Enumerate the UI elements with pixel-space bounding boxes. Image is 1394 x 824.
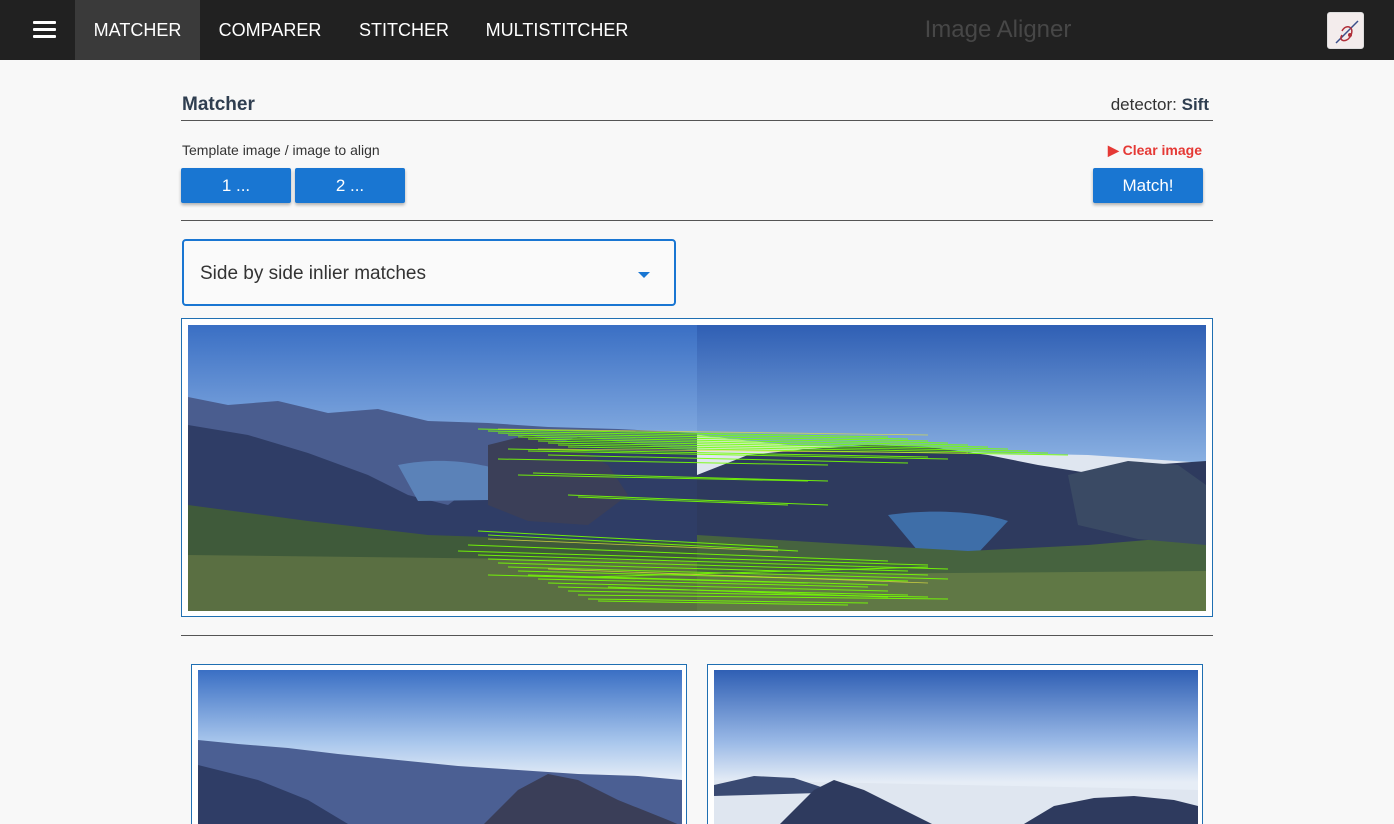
image1-button[interactable]: 1 ... xyxy=(181,168,291,203)
image1-frame xyxy=(191,664,687,824)
logo-icon[interactable] xyxy=(1327,12,1364,49)
clear-image-link[interactable]: ▶ Clear image xyxy=(1108,142,1202,159)
chevron-down-icon xyxy=(638,272,650,278)
view-mode-select[interactable]: Side by side inlier matches xyxy=(182,239,676,306)
app-title: Image Aligner xyxy=(924,16,1072,43)
tab-multistitcher[interactable]: MULTISTITCHER xyxy=(473,0,641,60)
top-bar: MATCHER COMPARER STITCHER MULTISTITCHER … xyxy=(0,0,1394,60)
image2-preview xyxy=(714,670,1198,824)
divider xyxy=(181,120,1213,121)
detector-info: detector: Sift xyxy=(1111,95,1209,115)
menu-icon[interactable] xyxy=(22,17,68,43)
view-mode-value: Side by side inlier matches xyxy=(200,263,426,284)
image2-frame xyxy=(707,664,1203,824)
tab-stitcher[interactable]: STITCHER xyxy=(345,0,463,60)
divider xyxy=(181,220,1213,221)
tab-matcher[interactable]: MATCHER xyxy=(75,0,200,60)
tab-comparer[interactable]: COMPARER xyxy=(205,0,335,60)
detector-label: detector: xyxy=(1110,95,1177,114)
image1-preview xyxy=(198,670,682,824)
divider xyxy=(181,635,1213,636)
match-button[interactable]: Match! xyxy=(1093,168,1203,203)
hint-text: Template image / image to align xyxy=(182,142,380,158)
detector-value: Sift xyxy=(1181,95,1209,114)
page-title: Matcher xyxy=(182,94,255,115)
match-result-image xyxy=(188,325,1206,611)
image2-button[interactable]: 2 ... xyxy=(295,168,405,203)
match-result-frame xyxy=(181,318,1213,617)
